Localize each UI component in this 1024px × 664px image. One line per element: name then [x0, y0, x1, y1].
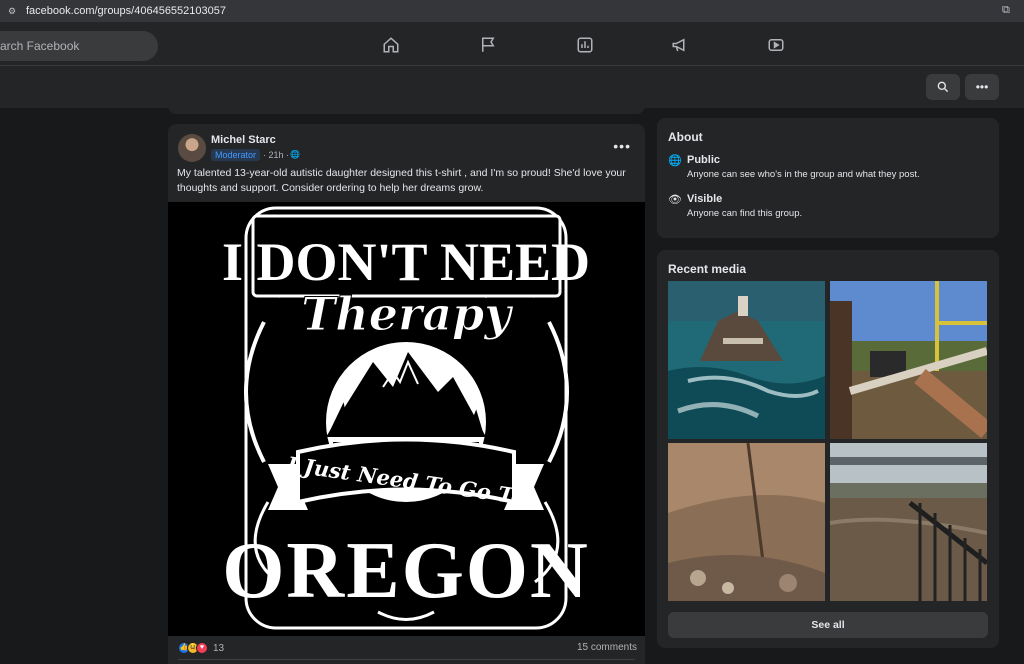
recent-media-title: Recent media	[668, 262, 747, 276]
post-text: My talented 13-year-old autistic daughte…	[177, 167, 626, 194]
public-description: Anyone can see who's in the group and wh…	[687, 169, 920, 180]
home-icon[interactable]	[382, 36, 402, 56]
visible-title: Visible	[687, 193, 723, 205]
avatar[interactable]	[178, 134, 206, 162]
more-options-button[interactable]: •••	[965, 74, 999, 100]
flag-icon[interactable]	[479, 36, 499, 56]
about-title: About	[668, 130, 703, 144]
visible-description: Anyone can find this group.	[687, 208, 803, 219]
post-more-button[interactable]: •••	[613, 138, 631, 154]
media-thumbnail-rock[interactable]	[668, 443, 825, 601]
divider	[178, 659, 635, 660]
love-icon: ♥	[196, 642, 208, 654]
megaphone-icon[interactable]	[671, 36, 691, 56]
search-icon	[937, 81, 949, 93]
top-navigation: arch Facebook	[0, 22, 1024, 66]
browser-address-bar[interactable]: ⚙ facebook.com/groups/406456552103057 ⧉	[0, 0, 1024, 22]
post-timestamp[interactable]: · 21h ·	[263, 150, 289, 160]
post-image[interactable]: I DON'T NEED Therapy I Just Need To Go T…	[168, 202, 645, 636]
globe-icon: 🌐	[668, 155, 682, 167]
comments-link[interactable]: 15 comments	[577, 642, 637, 653]
post-author[interactable]: Michel Starc	[211, 134, 276, 146]
site-info-icon[interactable]: ⚙	[8, 6, 18, 16]
chart-icon[interactable]	[576, 36, 596, 56]
tshirt-design-graphic: I DON'T NEED Therapy I Just Need To Go T…	[168, 202, 645, 636]
search-input[interactable]: arch Facebook	[0, 31, 158, 61]
ellipsis-icon: •••	[975, 80, 989, 94]
group-post: Michel Starc Moderator · 21h · 🌐 ••• My …	[168, 124, 645, 664]
image-oregon: OREGON	[222, 527, 590, 615]
about-card: About 🌐 Public Anyone can see who's in t…	[657, 118, 999, 238]
reaction-count: 13	[213, 642, 225, 654]
media-thumbnail-trail-sign[interactable]	[830, 281, 987, 439]
eye-icon: 👁	[668, 194, 682, 206]
media-thumbnail-flood[interactable]	[830, 443, 987, 601]
see-all-button[interactable]: See all	[668, 612, 988, 638]
image-script-word: Therapy	[301, 287, 514, 341]
globe-icon: 🌐	[290, 150, 300, 159]
image-headline: I DON'T NEED	[222, 232, 590, 292]
previous-post-card	[168, 96, 645, 114]
video-icon[interactable]	[767, 36, 787, 56]
url-text[interactable]: facebook.com/groups/406456552103057	[26, 5, 226, 17]
media-thumbnail-lighthouse[interactable]	[668, 281, 825, 439]
moderator-badge: Moderator	[211, 149, 261, 161]
recent-media-card: Recent media See all	[657, 250, 999, 648]
reaction-summary[interactable]: 👍 😆 ♥ 13	[178, 641, 224, 655]
extension-icon[interactable]: ⧉	[1002, 4, 1016, 18]
search-group-button[interactable]	[926, 74, 960, 100]
public-title: Public	[687, 154, 721, 166]
